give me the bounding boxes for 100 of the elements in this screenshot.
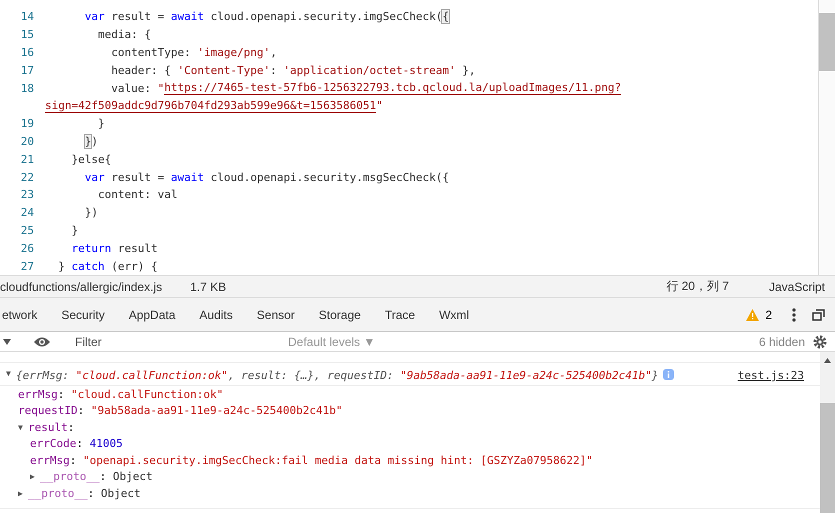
property-value: 41005	[90, 437, 123, 450]
code-text: media: {	[96, 28, 151, 42]
line-number: 20	[20, 134, 34, 148]
colon: :	[68, 420, 74, 434]
code-text: result =	[110, 10, 166, 24]
property-value: Object	[100, 486, 141, 500]
code-keyword: await	[170, 10, 204, 24]
line-number: 17	[20, 64, 34, 77]
line-number: 19	[20, 117, 34, 130]
code-text: 'image/png'	[197, 46, 270, 59]
code-text: )	[91, 134, 98, 148]
code-link: https://7465-test-57fb6-1256322793.tcb.qcloud.la/uploadImages/11.png?	[164, 81, 622, 96]
property-key: errMsg	[18, 388, 58, 401]
code-link: sign=42f509addc9d796b704fd293ab599e96&t=1563586051	[45, 98, 376, 113]
code-text: 'Content-Type'	[177, 64, 270, 77]
line-number: 23	[20, 188, 34, 202]
code-text: ,	[270, 46, 277, 59]
collapsed-triangle-icon[interactable]: ▶	[18, 488, 28, 498]
line-number: 27	[20, 260, 34, 273]
code-text: "	[376, 99, 383, 112]
code-text: cloud.openapi.security.imgSecCheck(	[210, 10, 442, 24]
code-keyword: await	[170, 170, 204, 184]
more-icon[interactable]	[792, 308, 796, 322]
code-keyword: var	[84, 170, 105, 184]
devtools-tab[interactable]: AppData	[116, 298, 188, 331]
property-value: "9ab58ada-aa91-11e9-a24c-525400b2c41b"	[90, 404, 342, 418]
code-keyword: catch	[72, 260, 105, 273]
devtools-tab[interactable]: Storage	[306, 298, 373, 331]
line-number: 24	[20, 206, 34, 220]
hidden-count: 6 hidden	[758, 334, 805, 348]
line-number: 14	[20, 10, 34, 24]
scrollbar[interactable]	[820, 352, 835, 513]
property-value: "openapi.security.imgSecCheck:fail media data missing hint: [GSZYZa07958622]"	[82, 454, 593, 467]
code-text: },	[461, 64, 476, 77]
scrollbar[interactable]	[818, 0, 835, 275]
line-number: 15	[20, 28, 34, 42]
code-text: }	[70, 224, 78, 237]
line-number: 18	[20, 82, 34, 95]
source-link[interactable]: test.js:23	[738, 369, 804, 382]
property-key: result	[28, 420, 68, 434]
warning-count[interactable]: 2	[765, 308, 772, 322]
line-number: 21	[20, 152, 34, 166]
scrollbar-thumb[interactable]	[820, 403, 835, 513]
colon: :	[76, 437, 83, 450]
scrollbar-thumb[interactable]	[819, 13, 835, 71]
log-summary[interactable]: {errMsg: "cloud.callFunction:ok", result: {…}, requestID: "9ab58ada-aa91-11e9-a24c-525400b2c41b"}	[16, 369, 658, 382]
code-text: {	[442, 10, 450, 24]
language-mode[interactable]: JavaScript	[768, 280, 825, 294]
code-keyword: var	[84, 10, 105, 24]
code-text: value:	[110, 82, 152, 95]
devtools-tab[interactable]: Trace	[372, 298, 428, 331]
cursor-position: 行 20，列 7	[666, 278, 729, 295]
expanded-triangle-icon[interactable]: ▼	[18, 422, 28, 432]
property-key: errMsg	[30, 454, 70, 467]
line-number: 25	[20, 224, 34, 237]
caret-icon[interactable]	[3, 338, 11, 344]
colon: :	[70, 454, 76, 467]
line-number: 16	[20, 46, 34, 59]
code-text: })	[84, 206, 98, 220]
code-text: content: val	[96, 188, 178, 202]
file-path: cloudfunctions/allergic/index.js	[0, 280, 162, 294]
code-text: cloud.openapi.security.msgSecCheck({	[210, 170, 450, 184]
property-key: __proto__	[28, 486, 88, 500]
property-value: "cloud.callFunction:ok"	[70, 388, 224, 401]
line-number: 22	[20, 170, 34, 184]
code-keyword: return	[70, 242, 112, 255]
code-text: header: {	[110, 64, 172, 77]
colon: :	[88, 486, 94, 500]
property-key: __proto__	[40, 470, 100, 484]
code-text: result =	[110, 170, 166, 184]
devtools-tab[interactable]: Audits	[187, 298, 245, 331]
property-value: Object	[112, 470, 153, 484]
code-text: contentType:	[110, 46, 192, 59]
code-text: result	[116, 242, 158, 255]
expanded-triangle-icon[interactable]: ▼	[6, 369, 16, 382]
code-text: (err) {	[110, 260, 158, 273]
property-key: requestID	[18, 404, 78, 418]
devtools-tab[interactable]: etwork	[0, 298, 50, 331]
colon: :	[78, 404, 84, 418]
code-text: }else{	[70, 152, 112, 166]
devtools-tab[interactable]: Security	[49, 298, 117, 331]
code-text: }	[57, 260, 66, 273]
code-text: }	[84, 134, 92, 148]
devtools-tab[interactable]: Sensor	[244, 298, 307, 331]
colon: :	[58, 388, 64, 401]
scroll-up-icon[interactable]	[824, 358, 831, 363]
code-text: :	[270, 64, 278, 77]
code-text: "	[158, 82, 164, 95]
colon: :	[100, 470, 106, 484]
file-size: 1.7 KB	[190, 280, 226, 294]
line-number: 26	[20, 242, 34, 255]
dock-icon[interactable]	[812, 308, 825, 320]
code-text: 'application/octet-stream'	[283, 64, 456, 77]
property-key: errCode	[30, 437, 76, 450]
warning-icon	[746, 308, 760, 320]
collapsed-triangle-icon[interactable]: ▶	[30, 472, 40, 482]
code-text: }	[96, 117, 105, 130]
devtools-tab[interactable]: Wxml	[427, 298, 482, 331]
eye-icon[interactable]	[33, 336, 51, 348]
settings-icon[interactable]	[813, 334, 827, 348]
